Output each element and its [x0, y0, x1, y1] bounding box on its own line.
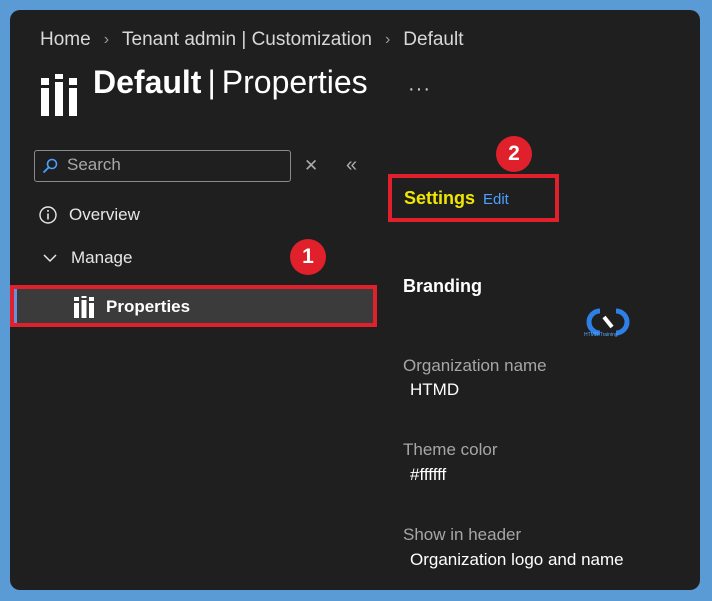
branding-heading: Branding	[403, 276, 482, 296]
sidebar-item-overview[interactable]: Overview	[39, 205, 140, 225]
sidebar-item-label: Properties	[106, 297, 191, 316]
org-name-label: Organization name	[403, 356, 547, 375]
edit-link[interactable]: Edit	[483, 191, 509, 208]
page-title-sub: Properties	[221, 64, 368, 100]
page-title-main: Default	[93, 64, 202, 100]
properties-icon	[41, 74, 77, 116]
properties-icon	[74, 296, 94, 318]
search-input[interactable]	[67, 154, 282, 176]
page-title: Default | Properties	[93, 64, 368, 101]
more-options-button[interactable]: ···	[408, 78, 431, 101]
page-title-pipe: |	[207, 64, 216, 100]
sidebar-group-manage[interactable]: Manage	[43, 248, 132, 268]
breadcrumb-separator: ›	[384, 31, 391, 48]
search-icon	[42, 158, 58, 174]
info-icon	[39, 206, 57, 224]
breadcrumb-separator: ›	[103, 31, 110, 48]
clear-search-button[interactable]: ✕	[304, 156, 318, 176]
sidebar-item-properties[interactable]: Properties	[10, 285, 377, 327]
settings-heading: Settings	[404, 188, 476, 208]
sidebar-item-label: Overview	[69, 205, 140, 224]
collapse-menu-button[interactable]: «	[346, 154, 357, 177]
breadcrumb-default[interactable]: Default	[403, 29, 463, 51]
show-in-header-value: Organization logo and name	[410, 550, 624, 569]
step-badge-1: 1	[290, 239, 326, 275]
step-badge-2: 2	[496, 136, 532, 172]
breadcrumb-tenant-admin[interactable]: Tenant admin | Customization	[122, 29, 372, 51]
org-name-value: HTMD	[410, 380, 460, 399]
selection-indicator	[14, 289, 17, 323]
logo-caption: HTMD Training	[584, 332, 618, 338]
portal-frame: Home › Tenant admin | Customization › De…	[10, 10, 700, 590]
theme-color-value: #ffffff	[410, 465, 447, 484]
show-in-header-label: Show in header	[403, 525, 522, 544]
breadcrumb: Home › Tenant admin | Customization › De…	[40, 29, 464, 51]
search-box[interactable]	[34, 150, 291, 182]
settings-highlight: Settings Edit	[388, 174, 559, 222]
breadcrumb-home[interactable]: Home	[40, 29, 91, 51]
chevron-down-icon	[43, 254, 57, 263]
sidebar-group-label: Manage	[71, 248, 133, 267]
theme-color-label: Theme color	[403, 440, 498, 459]
